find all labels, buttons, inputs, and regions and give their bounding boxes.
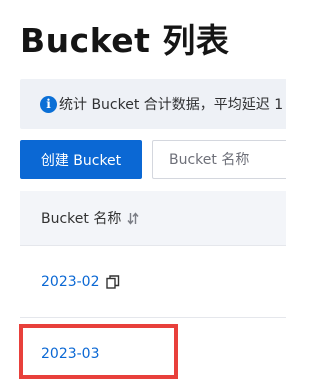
- bucket-link-2023-03[interactable]: 2023-03: [41, 346, 100, 362]
- copy-icon[interactable]: [105, 274, 120, 289]
- bucket-name-search-input[interactable]: [152, 140, 286, 179]
- info-banner: i 统计 Bucket 合计数据，平均延迟 1: [20, 79, 286, 129]
- bucket-list-page: Bucket 列表 i 统计 Bucket 合计数据，平均延迟 1 创建 Buc…: [0, 0, 286, 382]
- bucket-table: Bucket 名称 2023-02 2023-03: [20, 191, 286, 382]
- sort-icon[interactable]: [127, 211, 139, 225]
- table-row: 2023-02: [20, 246, 286, 318]
- bucket-name-column-header: Bucket 名称: [41, 211, 122, 227]
- create-bucket-button[interactable]: 创建 Bucket: [20, 140, 142, 179]
- bucket-link-2023-02[interactable]: 2023-02: [41, 274, 100, 290]
- info-banner-text: 统计 Bucket 合计数据，平均延迟 1: [59, 97, 284, 113]
- page-title: Bucket 列表: [20, 21, 230, 60]
- table-header: Bucket 名称: [20, 191, 286, 246]
- info-circle-icon: i: [40, 95, 57, 113]
- table-row: 2023-03: [20, 318, 286, 382]
